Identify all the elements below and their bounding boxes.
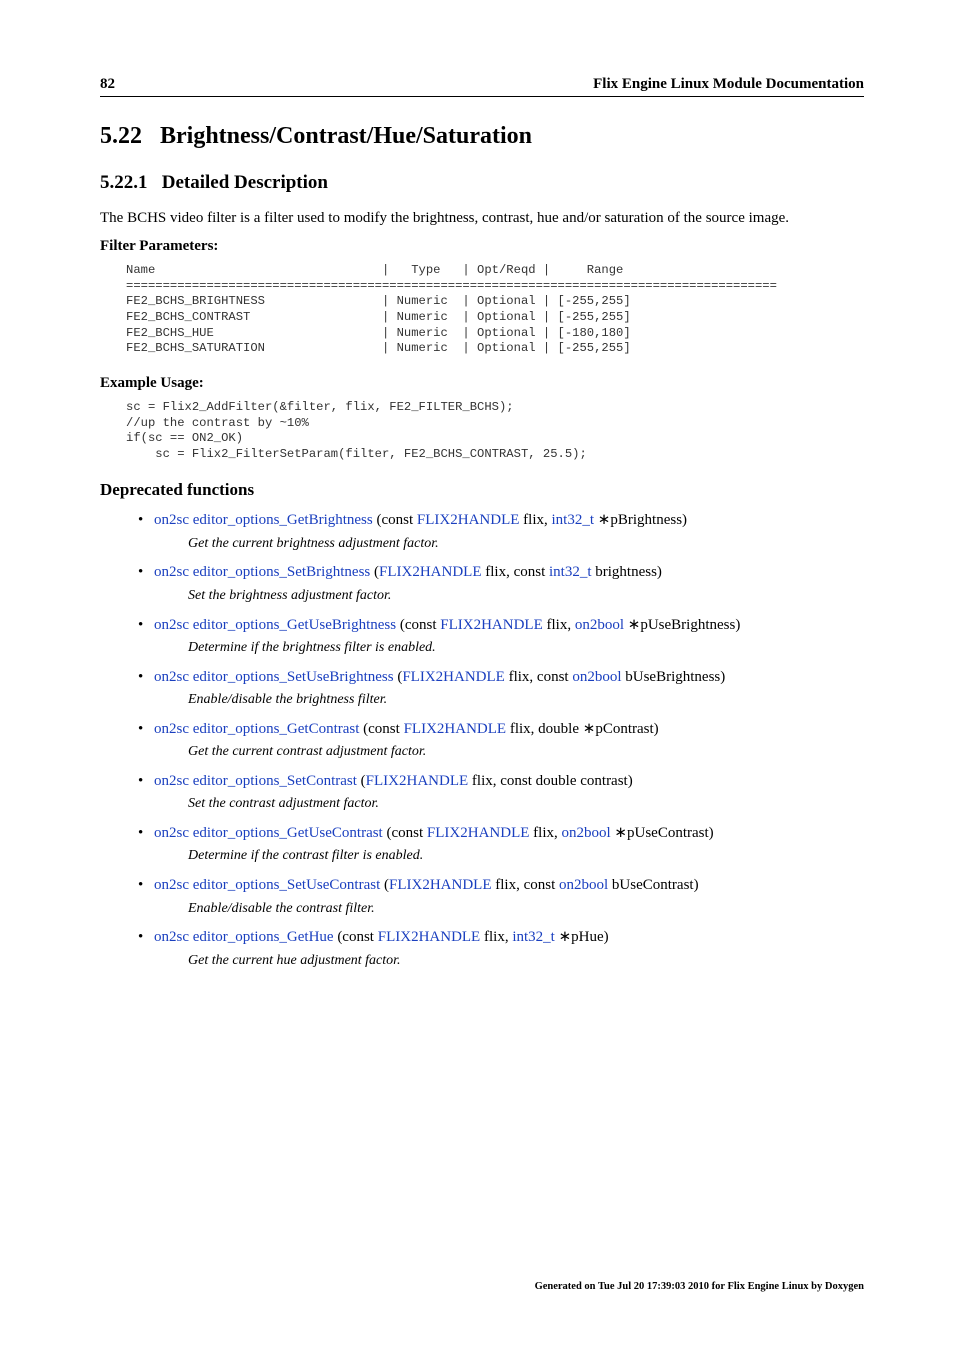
doc-link[interactable]: on2sc — [154, 773, 189, 789]
doc-link[interactable]: FLIX2HANDLE — [378, 929, 481, 945]
function-description: Enable/disable the contrast filter. — [188, 900, 864, 919]
doc-link[interactable]: FLIX2HANDLE — [366, 773, 469, 789]
doc-link[interactable]: editor_options_SetUseContrast — [193, 877, 381, 893]
subsection-number: 5.22.1 — [100, 172, 148, 193]
intro-paragraph: The BCHS video filter is a filter used t… — [100, 208, 864, 228]
page-footer: Generated on Tue Jul 20 17:39:03 2010 fo… — [535, 1281, 864, 1292]
function-description: Get the current hue adjustment factor. — [188, 952, 864, 971]
filter-params-code: Name | Type | Opt/Reqd | Range =========… — [126, 263, 864, 357]
doc-link[interactable]: editor_options_GetHue — [193, 929, 334, 945]
function-signature: on2sc editor_options_GetHue (const FLIX2… — [154, 927, 864, 947]
doc-link[interactable]: int32_t — [552, 512, 595, 528]
section-number: 5.22 — [100, 123, 142, 149]
doc-title: Flix Engine Linux Module Documentation — [593, 76, 864, 93]
function-signature: on2sc editor_options_GetBrightness (cons… — [154, 510, 864, 530]
function-item: on2sc editor_options_GetUseBrightness (c… — [138, 615, 864, 658]
function-signature: on2sc editor_options_SetUseContrast (FLI… — [154, 875, 864, 895]
section-name: Brightness/Contrast/Hue/Saturation — [160, 123, 532, 149]
function-signature: on2sc editor_options_SetUseBrightness (F… — [154, 667, 864, 687]
doc-link[interactable]: on2sc — [154, 564, 189, 580]
doc-link[interactable]: on2bool — [559, 877, 608, 893]
deprecated-title: Deprecated functions — [100, 480, 864, 500]
filter-params-label: Filter Parameters: — [100, 238, 864, 255]
asterisk: ∗ — [583, 721, 596, 737]
subsection-name: Detailed Description — [162, 172, 328, 193]
doc-link[interactable]: on2sc — [154, 721, 189, 737]
function-item: on2sc editor_options_SetContrast (FLIX2H… — [138, 771, 864, 814]
function-item: on2sc editor_options_GetHue (const FLIX2… — [138, 927, 864, 970]
asterisk: ∗ — [628, 617, 641, 633]
function-description: Get the current contrast adjustment fact… — [188, 743, 864, 762]
example-code: sc = Flix2_AddFilter(&filter, flix, FE2_… — [126, 400, 864, 462]
doc-link[interactable]: on2sc — [154, 617, 189, 633]
doc-link[interactable]: int32_t — [512, 929, 555, 945]
doc-link[interactable]: editor_options_GetContrast — [193, 721, 360, 737]
function-signature: on2sc editor_options_SetBrightness (FLIX… — [154, 562, 864, 582]
function-description: Set the brightness adjustment factor. — [188, 587, 864, 606]
doc-link[interactable]: FLIX2HANDLE — [389, 877, 492, 893]
function-item: on2sc editor_options_GetBrightness (cons… — [138, 510, 864, 553]
asterisk: ∗ — [614, 825, 627, 841]
doc-link[interactable]: on2sc — [154, 825, 189, 841]
function-description: Determine if the brightness filter is en… — [188, 639, 864, 658]
asterisk: ∗ — [598, 512, 611, 528]
function-description: Get the current brightness adjustment fa… — [188, 535, 864, 554]
doc-link[interactable]: on2bool — [572, 669, 621, 685]
doc-link[interactable]: FLIX2HANDLE — [417, 512, 520, 528]
section-title: 5.22 Brightness/Contrast/Hue/Saturation — [100, 123, 864, 150]
asterisk: ∗ — [559, 929, 572, 945]
doc-link[interactable]: editor_options_SetBrightness — [193, 564, 371, 580]
function-item: on2sc editor_options_SetBrightness (FLIX… — [138, 562, 864, 605]
function-signature: on2sc editor_options_GetUseContrast (con… — [154, 823, 864, 843]
doc-link[interactable]: editor_options_GetBrightness — [193, 512, 373, 528]
function-signature: on2sc editor_options_GetUseBrightness (c… — [154, 615, 864, 635]
doc-link[interactable]: FLIX2HANDLE — [379, 564, 482, 580]
doc-link[interactable]: on2sc — [154, 512, 189, 528]
doc-link[interactable]: FLIX2HANDLE — [427, 825, 530, 841]
function-description: Set the contrast adjustment factor. — [188, 795, 864, 814]
doc-link[interactable]: on2bool — [562, 825, 611, 841]
function-item: on2sc editor_options_SetUseContrast (FLI… — [138, 875, 864, 918]
doc-link[interactable]: FLIX2HANDLE — [404, 721, 507, 737]
function-list: on2sc editor_options_GetBrightness (cons… — [138, 510, 864, 970]
function-item: on2sc editor_options_GetUseContrast (con… — [138, 823, 864, 866]
doc-link[interactable]: editor_options_SetContrast — [193, 773, 357, 789]
doc-link[interactable]: editor_options_GetUseBrightness — [193, 617, 396, 633]
function-signature: on2sc editor_options_SetContrast (FLIX2H… — [154, 771, 864, 791]
doc-link[interactable]: int32_t — [549, 564, 592, 580]
doc-link[interactable]: on2sc — [154, 877, 189, 893]
doc-link[interactable]: on2bool — [575, 617, 624, 633]
function-description: Determine if the contrast filter is enab… — [188, 847, 864, 866]
doc-link[interactable]: on2sc — [154, 669, 189, 685]
function-signature: on2sc editor_options_GetContrast (const … — [154, 719, 864, 739]
function-description: Enable/disable the brightness filter. — [188, 691, 864, 710]
subsection-title: 5.22.1 Detailed Description — [100, 172, 864, 194]
doc-link[interactable]: editor_options_SetUseBrightness — [193, 669, 394, 685]
doc-link[interactable]: FLIX2HANDLE — [440, 617, 543, 633]
function-item: on2sc editor_options_SetUseBrightness (F… — [138, 667, 864, 710]
example-label: Example Usage: — [100, 375, 864, 392]
page-header: 82 Flix Engine Linux Module Documentatio… — [100, 76, 864, 97]
doc-link[interactable]: editor_options_GetUseContrast — [193, 825, 383, 841]
function-item: on2sc editor_options_GetContrast (const … — [138, 719, 864, 762]
page-number: 82 — [100, 76, 115, 93]
doc-link[interactable]: on2sc — [154, 929, 189, 945]
doc-link[interactable]: FLIX2HANDLE — [402, 669, 505, 685]
